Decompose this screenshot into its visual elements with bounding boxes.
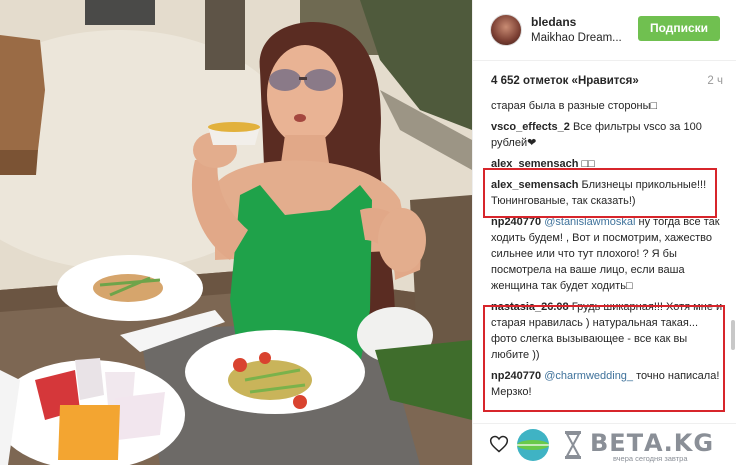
post-author-username[interactable]: bledans	[531, 15, 576, 29]
post-header: bledans Maikhao Dream... Подписки	[473, 0, 736, 61]
watermark: ВЕТА.KG вчера сегодня завтра	[515, 424, 736, 466]
comment: vsco_effects_2 Все фильтры vsco за 100 р…	[491, 119, 723, 151]
comment: старая была в разные стороны□	[491, 98, 723, 114]
highlight-box	[483, 168, 717, 218]
post-photo[interactable]	[0, 0, 472, 465]
post-sidebar: bledans Maikhao Dream... Подписки 4 652 …	[472, 0, 736, 465]
watermark-tagline: вчера сегодня завтра	[613, 454, 688, 463]
comment-text: старая была в разные стороны□	[491, 100, 658, 112]
post-location[interactable]: Maikhao Dream...	[531, 32, 622, 44]
post-footer: ВЕТА.KG вчера сегодня завтра	[473, 423, 736, 466]
heart-outline-icon[interactable]	[489, 434, 509, 454]
comment: np240770 @stanislawmoskal ну тогда все т…	[491, 214, 723, 294]
likes-row: 4 652 отметок «Нравится» 2 ч	[491, 75, 723, 87]
comment-username[interactable]: vsco_effects_2	[491, 121, 570, 133]
post-time[interactable]: 2 ч	[707, 75, 723, 87]
likes-count[interactable]: 4 652 отметок «Нравится»	[491, 75, 639, 87]
photo-scene	[0, 0, 472, 465]
globe-hourglass-logo-icon	[517, 429, 581, 461]
follow-button[interactable]: Подписки	[638, 16, 720, 41]
comments-scrollbar[interactable]	[731, 320, 735, 350]
watermark-brand: ВЕТА.KG	[590, 429, 715, 457]
highlight-box	[483, 305, 725, 412]
avatar[interactable]	[490, 14, 522, 46]
